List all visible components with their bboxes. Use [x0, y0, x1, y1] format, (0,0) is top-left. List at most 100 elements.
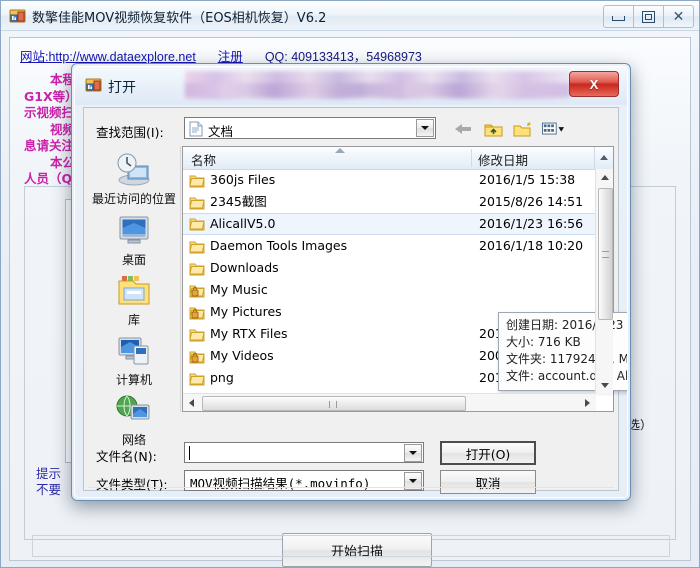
file-name-label: 文件名(N):	[96, 449, 157, 464]
sidebar-item-computer[interactable]: 计算机	[88, 334, 180, 387]
file-name: My Videos	[210, 348, 274, 363]
file-date: 2016/1/5 15:38	[479, 172, 576, 187]
sidebar-label: 桌面	[121, 253, 146, 267]
app-icon	[85, 76, 102, 93]
file-name: png	[210, 370, 234, 385]
sidebar-label: 网络	[121, 433, 146, 447]
recent-places-icon	[88, 152, 180, 191]
open-dialog-frame: 打开 X 查找范围(I): 文档 最近访问的位置 桌面 库 计算机 网络 名称 …	[74, 66, 628, 498]
file-name: 2345截图	[210, 194, 267, 209]
back-icon[interactable]	[452, 119, 474, 139]
open-dialog-title: 打开	[108, 80, 136, 96]
cancel-button[interactable]: 取消	[440, 470, 536, 494]
app-title: 数擎佳能MOV视频恢复软件（EOS相机恢复）V6.2	[32, 11, 327, 26]
libraries-icon	[88, 274, 180, 311]
website-link[interactable]: http://www.dataexplore.net	[48, 50, 195, 64]
file-type-value: MOV视频扫描结果(*.movinfo)	[190, 476, 371, 491]
column-header-date[interactable]: 修改日期	[478, 150, 528, 169]
horizontal-scrollbar[interactable]	[183, 393, 596, 411]
chevron-left-icon	[189, 398, 194, 407]
website-label: 网站:	[20, 50, 49, 64]
file-list[interactable]: 名称 修改日期 360js Files 2016/1/5 15:38 2345截…	[182, 146, 627, 412]
chevron-down-icon	[409, 479, 417, 483]
folder-icon	[189, 239, 205, 254]
table-row[interactable]: 360js Files 2016/1/5 15:38	[183, 169, 596, 191]
scroll-right-button[interactable]	[579, 394, 596, 411]
up-folder-icon[interactable]	[482, 119, 504, 139]
look-in-value: 文档	[208, 124, 234, 139]
computer-icon	[88, 334, 180, 371]
folder-icon	[189, 327, 205, 342]
scrollbar-thumb[interactable]	[598, 188, 613, 320]
document-icon	[189, 121, 203, 137]
chevron-down-icon	[421, 126, 429, 130]
file-date: 2016/1/23 16:56	[479, 216, 584, 231]
scroll-up-button[interactable]	[596, 169, 613, 186]
folder-locked-icon	[189, 349, 205, 364]
file-name-dropdown[interactable]	[404, 444, 422, 462]
window-buttons: ✕	[603, 5, 694, 28]
file-date: 2016/1/18 10:20	[479, 238, 584, 253]
sidebar-item-recent-places[interactable]: 最近访问的位置	[88, 152, 180, 206]
table-row[interactable]: 2345截图 2015/8/26 14:51	[183, 191, 596, 213]
status-panel	[32, 535, 670, 557]
close-button[interactable]: ✕	[663, 5, 694, 28]
vertical-scrollbar[interactable]	[595, 169, 613, 394]
file-name: AlicallV5.0	[210, 216, 276, 231]
file-type-label: 文件类型(T):	[96, 477, 168, 492]
table-row[interactable]: Daemon Tools Images 2016/1/18 10:20	[183, 235, 596, 257]
file-name: My RTX Files	[210, 326, 288, 341]
close-icon: ✕	[672, 8, 685, 25]
sidebar-label: 最近访问的位置	[91, 192, 176, 206]
file-name: My Pictures	[210, 304, 282, 319]
text-caret	[189, 446, 190, 460]
chevron-down-icon	[409, 451, 417, 455]
table-row[interactable]: AlicallV5.0 2016/1/23 16:56	[183, 213, 596, 235]
views-icon[interactable]	[542, 119, 564, 139]
folder-icon	[189, 261, 205, 276]
sort-ascending-icon	[335, 148, 345, 153]
scroll-left-button[interactable]	[183, 394, 200, 411]
column-options-button[interactable]	[594, 147, 613, 169]
chevron-down-icon	[600, 155, 608, 160]
dialog-close-button[interactable]: X	[569, 71, 619, 97]
column-divider[interactable]	[471, 149, 472, 167]
chevron-right-icon	[585, 398, 590, 407]
main-titlebar: 数擎佳能MOV视频恢复软件（EOS相机恢复）V6.2 ✕	[1, 1, 699, 31]
minimize-button[interactable]	[603, 5, 634, 28]
desktop-icon	[88, 214, 180, 251]
maximize-button[interactable]	[633, 5, 664, 28]
bottom-divider	[88, 487, 614, 488]
column-header-name[interactable]: 名称	[191, 150, 216, 169]
file-date: 2015/8/26 14:51	[479, 194, 584, 209]
folder-icon	[189, 173, 205, 188]
places-bar: 最近访问的位置 桌面 库 计算机 网络	[88, 146, 181, 447]
look-in-combobox[interactable]: 文档	[184, 117, 436, 139]
look-in-dropdown[interactable]	[416, 119, 434, 137]
sidebar-item-libraries[interactable]: 库	[88, 274, 180, 327]
scroll-down-button[interactable]	[596, 377, 613, 394]
open-dialog-body: 查找范围(I): 文档 最近访问的位置 桌面 库 计算机 网络 名称 修改日期 …	[83, 107, 627, 494]
table-row[interactable]: Downloads	[183, 257, 596, 279]
sidebar-item-network[interactable]: 网络	[88, 394, 180, 447]
sidebar-label: 库	[127, 313, 140, 327]
blurred-watermark-2	[185, 83, 570, 97]
scrollbar-grip	[602, 251, 609, 258]
new-folder-icon[interactable]	[512, 119, 534, 139]
table-row[interactable]: My Music	[183, 279, 596, 301]
scrollbar-thumb[interactable]	[202, 396, 466, 411]
dialog-toolbar	[452, 118, 564, 140]
app-icon	[9, 7, 26, 24]
folder-icon	[189, 195, 205, 210]
open-button[interactable]: 打开(O)	[440, 441, 536, 465]
sidebar-item-desktop[interactable]: 桌面	[88, 214, 180, 267]
look-in-label: 查找范围(I):	[96, 125, 164, 140]
file-name-input[interactable]	[184, 442, 424, 463]
file-name: Daemon Tools Images	[210, 238, 348, 253]
folder-locked-icon	[189, 283, 205, 298]
open-dialog: 打开 X 查找范围(I): 文档 最近访问的位置 桌面 库 计算机 网络 名称 …	[71, 63, 631, 501]
file-name: My Music	[210, 282, 268, 297]
register-link[interactable]: 注册	[218, 50, 243, 64]
file-list-header: 名称 修改日期	[183, 147, 613, 170]
minimize-icon	[612, 16, 625, 21]
